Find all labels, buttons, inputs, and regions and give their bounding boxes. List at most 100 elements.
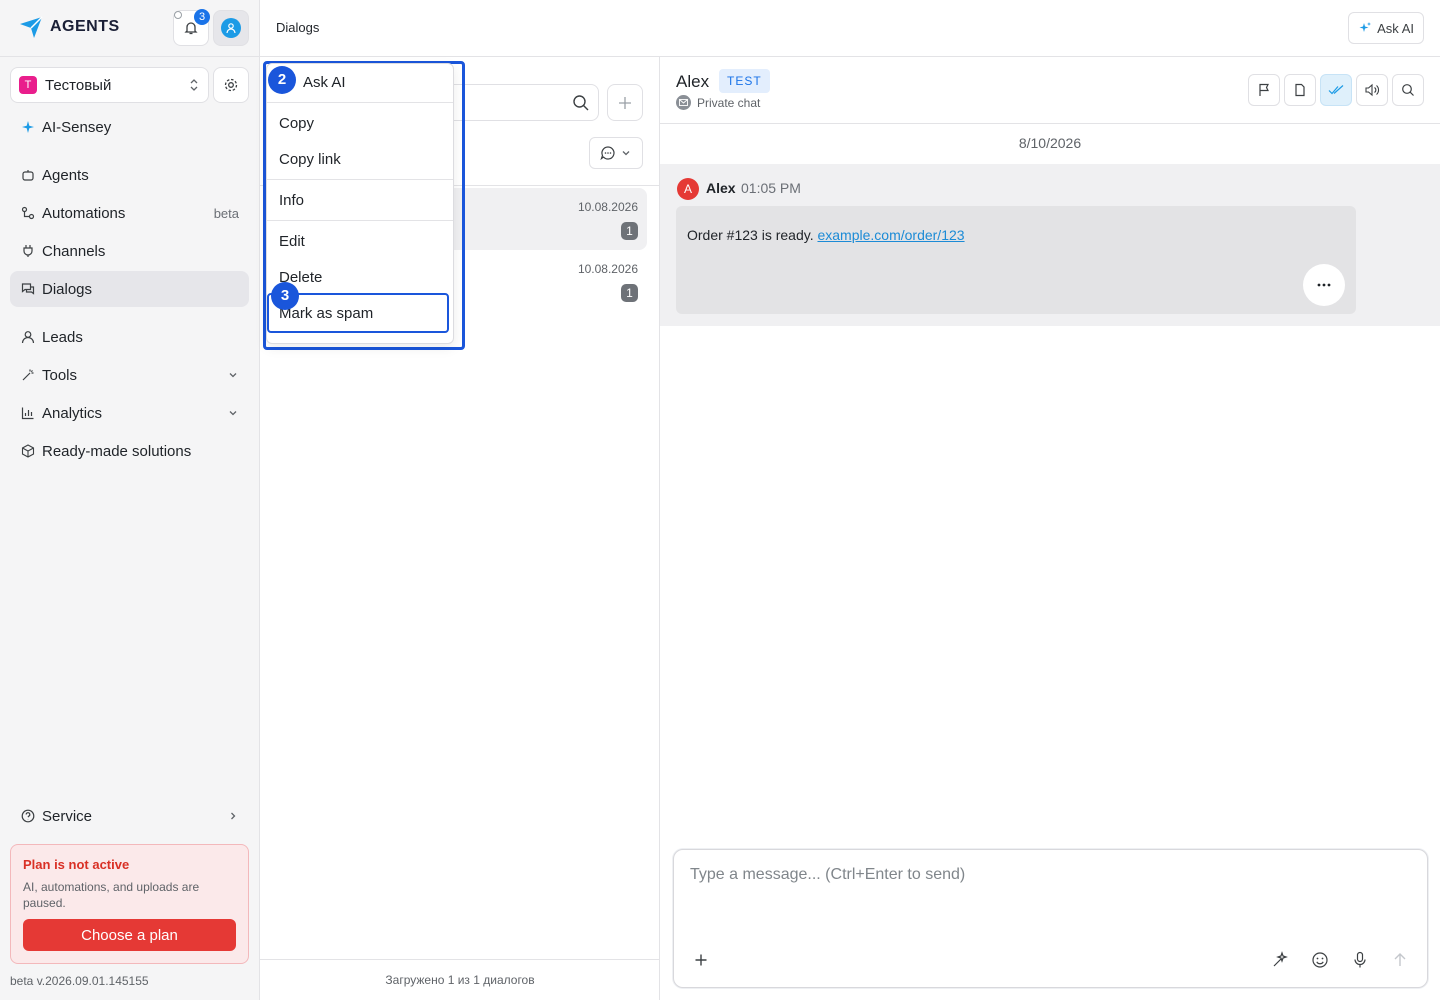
message-text: Order #123 is ready. example.com/order/1…	[687, 227, 965, 243]
contact-name: Alex	[676, 72, 710, 91]
microphone-icon	[1354, 951, 1366, 968]
step-marker: 2	[268, 66, 296, 94]
smile-icon	[1312, 952, 1328, 968]
menu-item-copy[interactable]: Copy	[267, 105, 453, 141]
chat-type-label: Private chat	[697, 95, 761, 110]
menu-item-copy-link[interactable]: Copy link	[267, 141, 453, 177]
ask-ai-label: Ask AI	[1377, 20, 1414, 36]
notification-count-badge: 3	[194, 9, 210, 25]
workspace-badge: T	[19, 76, 37, 94]
attach-button[interactable]	[691, 950, 711, 970]
app-version: beta v.2026.09.01.145155	[10, 974, 149, 988]
plan-warning-description: AI, automations, and uploads are paused.	[23, 880, 200, 910]
message-actions-button[interactable]	[1303, 264, 1345, 306]
gear-icon	[224, 78, 238, 92]
message-bubble: Order #123 is ready. example.com/order/1…	[676, 206, 1356, 314]
double-check-icon	[1328, 85, 1344, 95]
sidebar: AGENTS 3 T Тестовый AI-Sensey Agents Aut…	[0, 0, 260, 1000]
composer-placeholder: Type a message... (Ctrl+Enter to send)	[690, 866, 966, 883]
message-composer[interactable]: Type a message... (Ctrl+Enter to send)	[673, 849, 1428, 988]
sidebar-item-label: Tools	[42, 366, 78, 384]
sidebar-item-tools[interactable]: Tools	[10, 357, 249, 393]
dialog-date: 10.08.2026	[577, 200, 638, 214]
send-button[interactable]	[1390, 950, 1410, 970]
mark-read-button[interactable]	[1320, 74, 1352, 106]
sidebar-item-channels[interactable]: Channels	[10, 233, 249, 269]
sidebar-item-label: Service	[42, 807, 93, 825]
menu-item-info[interactable]: Info	[267, 182, 453, 218]
flag-button[interactable]	[1248, 74, 1280, 106]
chevron-down-icon	[229, 411, 237, 416]
sidebar-item-leads[interactable]: Leads	[10, 319, 249, 355]
bot-icon	[20, 167, 36, 183]
test-tag: TEST	[719, 69, 770, 93]
emoji-button[interactable]	[1310, 950, 1330, 970]
menu-divider	[267, 102, 453, 103]
sidebar-item-agents[interactable]: Agents	[10, 157, 249, 193]
sidebar-top: AGENTS 3	[0, 0, 259, 57]
sidebar-item-label: Channels	[42, 242, 106, 260]
message-body: Order #123 is ready.	[687, 227, 818, 243]
sidebar-item-label: Agents	[42, 166, 89, 184]
sidebar-item-ready-made-solutions[interactable]: Ready-made solutions	[10, 433, 249, 469]
dialog-date: 10.08.2026	[577, 262, 638, 276]
search-icon	[1402, 84, 1414, 96]
more-horizontal-icon	[1317, 283, 1331, 287]
sidebar-item-label: Leads	[42, 328, 83, 346]
channel-filter-select[interactable]	[589, 137, 643, 169]
sidebar-item-label: AI-Sensey	[42, 118, 112, 136]
bar-chart-icon	[20, 405, 36, 421]
avatar: A	[677, 178, 699, 200]
flag-icon	[1259, 83, 1269, 96]
beta-tag: beta	[213, 205, 239, 221]
loading-icon	[174, 11, 182, 19]
chat-type: Private chat	[676, 95, 760, 110]
magic-wand-icon	[20, 367, 36, 383]
workspace-select[interactable]: T Тестовый	[10, 67, 209, 103]
sidebar-item-automations[interactable]: Automations beta	[10, 195, 249, 231]
plus-icon	[695, 954, 707, 966]
chevron-down-icon	[622, 151, 630, 156]
workspace-settings-button[interactable]	[213, 67, 249, 103]
sidebar-item-analytics[interactable]: Analytics	[10, 395, 249, 431]
add-dialog-button[interactable]	[607, 84, 643, 121]
notes-button[interactable]	[1284, 74, 1316, 106]
user-icon	[20, 329, 36, 345]
sidebar-item-service[interactable]: Service	[10, 798, 249, 834]
unread-badge: 1	[621, 284, 638, 302]
search-chat-button[interactable]	[1392, 74, 1424, 106]
logo-text: AGENTS	[50, 18, 120, 35]
workspace-name: Тестовый	[45, 76, 112, 94]
logo[interactable]: AGENTS	[18, 14, 120, 40]
chevron-up-down-icon	[190, 79, 198, 91]
ai-assist-button[interactable]	[1270, 950, 1290, 970]
plan-warning: Plan is not active AI, automations, and …	[10, 844, 249, 964]
logo-icon	[20, 16, 43, 38]
sidebar-item-label: Dialogs	[42, 280, 93, 298]
plug-icon	[20, 243, 36, 259]
sound-button[interactable]	[1356, 74, 1388, 106]
sparkle-icon	[20, 119, 36, 135]
step-marker: 3	[271, 282, 299, 310]
message-time: 01:05 PM	[741, 180, 801, 196]
choose-plan-button[interactable]: Choose a plan	[23, 919, 236, 951]
magic-sparkles-icon	[1273, 951, 1288, 967]
voice-button[interactable]	[1350, 950, 1370, 970]
message-link[interactable]: example.com/order/123	[817, 227, 964, 243]
sidebar-item-label: Automations	[42, 204, 126, 222]
profile-button[interactable]	[213, 10, 249, 46]
page-title: Dialogs	[276, 20, 320, 35]
arrow-up-icon	[1394, 953, 1406, 966]
user-icon	[221, 18, 241, 38]
ask-ai-button[interactable]: Ask AI	[1348, 12, 1424, 44]
sidebar-item-ai-sensey[interactable]: AI-Sensey	[10, 109, 249, 145]
sidebar-item-label: Analytics	[42, 404, 103, 422]
sparkle-icon	[1359, 22, 1372, 32]
menu-item-edit[interactable]: Edit	[267, 223, 453, 259]
chat-bubbles-icon	[20, 281, 36, 297]
mail-icon	[676, 95, 691, 110]
unread-badge: 1	[621, 222, 638, 240]
package-icon	[20, 443, 36, 459]
workflow-icon	[20, 205, 36, 221]
sidebar-item-dialogs[interactable]: Dialogs	[10, 271, 249, 307]
